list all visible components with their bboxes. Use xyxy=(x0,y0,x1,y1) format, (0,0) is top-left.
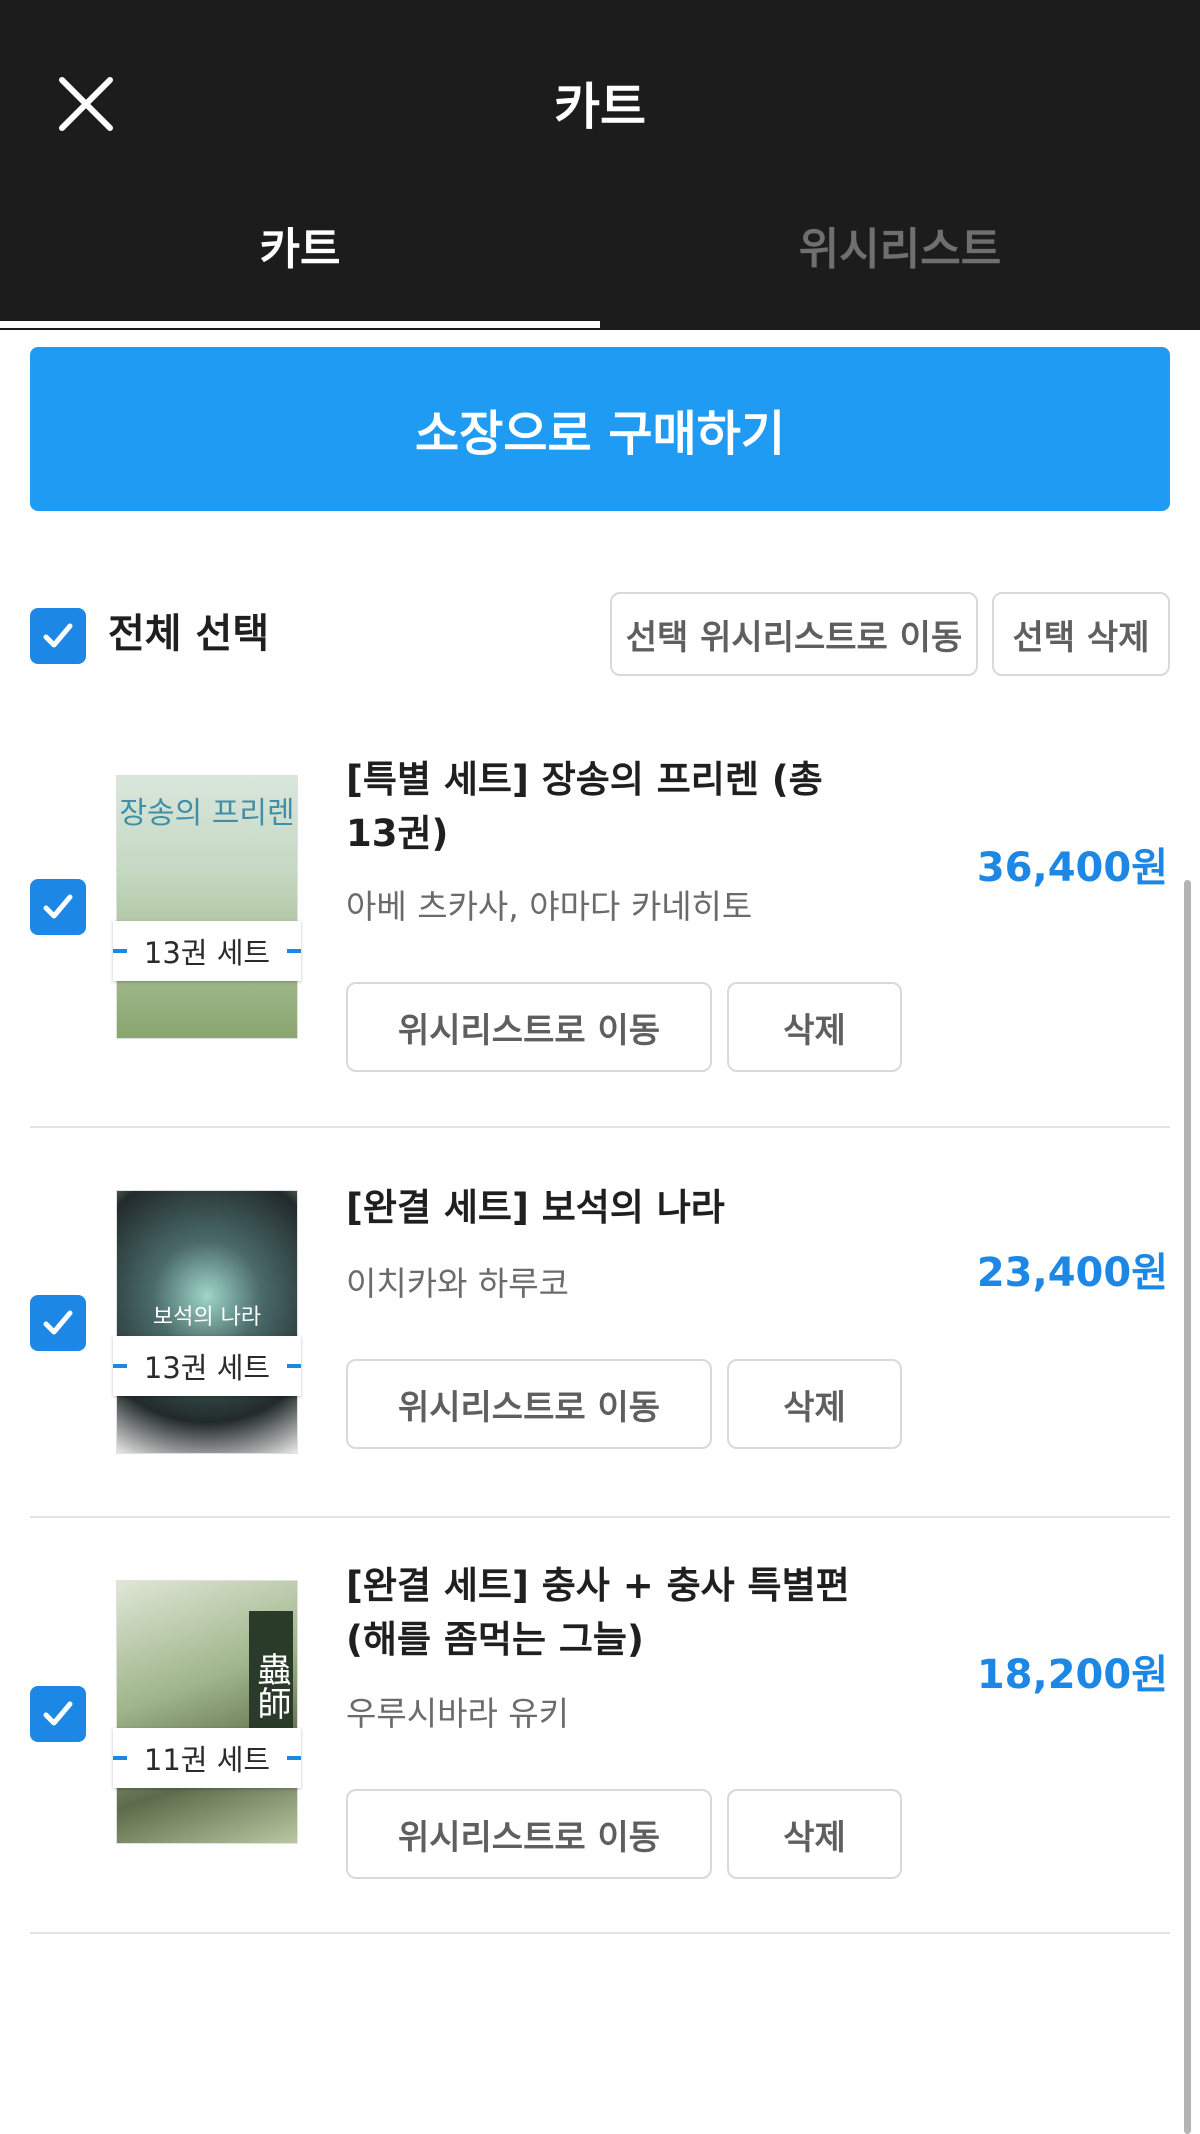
item-title[interactable]: [특별 세트] 장송의 프리렌 (총 13권) xyxy=(346,753,866,861)
book-cover[interactable]: 장송의 프리렌 xyxy=(116,775,298,1039)
divider xyxy=(30,1932,1170,1934)
item-price: 18,200원 xyxy=(976,1652,1168,1698)
book-cover[interactable]: 보석의 나라 xyxy=(116,1190,298,1454)
item-title[interactable]: [완결 세트] 보석의 나라 xyxy=(346,1181,866,1235)
item-price: 36,400원 xyxy=(976,845,1168,891)
item-checkbox[interactable] xyxy=(30,879,86,935)
move-to-wishlist-button[interactable]: 위시리스트로 이동 xyxy=(346,1789,712,1879)
select-all-label: 전체 선택 xyxy=(108,611,270,657)
tab-cart[interactable]: 카트 xyxy=(0,215,600,330)
page-title: 카트 xyxy=(554,78,646,136)
move-selected-to-wishlist-button[interactable]: 선택 위시리스트로 이동 xyxy=(610,592,978,676)
tab-wishlist[interactable]: 위시리스트 xyxy=(600,215,1200,330)
divider xyxy=(30,1516,1170,1518)
item-checkbox[interactable] xyxy=(30,1295,86,1351)
set-badge: 13권 세트 xyxy=(113,1336,301,1396)
item-author: 아베 츠카사, 야마다 카네히토 xyxy=(346,887,753,926)
delete-button[interactable]: 삭제 xyxy=(727,1789,902,1879)
set-badge: 11권 세트 xyxy=(113,1728,301,1788)
book-cover[interactable]: 蟲師 xyxy=(116,1580,298,1844)
checkmark-icon xyxy=(43,894,73,919)
cover-title: 보석의 나라 xyxy=(152,1305,262,1330)
divider xyxy=(30,1126,1170,1128)
purchase-button[interactable]: 소장으로 구매하기 xyxy=(30,347,1170,511)
checkmark-icon xyxy=(43,1310,73,1335)
checkmark-icon xyxy=(43,623,73,648)
delete-button[interactable]: 삭제 xyxy=(727,982,902,1072)
item-checkbox[interactable] xyxy=(30,1686,86,1742)
move-to-wishlist-button[interactable]: 위시리스트로 이동 xyxy=(346,1359,712,1449)
delete-button[interactable]: 삭제 xyxy=(727,1359,902,1449)
item-author: 우루시바라 유키 xyxy=(346,1694,570,1733)
set-badge: 13권 세트 xyxy=(113,921,301,981)
cover-title: 장송의 프리렌 xyxy=(119,796,295,831)
item-author: 이치카와 하루코 xyxy=(346,1264,570,1303)
scrollbar[interactable] xyxy=(1184,880,1191,2134)
active-tab-indicator xyxy=(0,321,600,328)
move-to-wishlist-button[interactable]: 위시리스트로 이동 xyxy=(346,982,712,1072)
select-all-checkbox[interactable] xyxy=(30,608,86,664)
item-price: 23,400원 xyxy=(976,1250,1168,1296)
delete-selected-button[interactable]: 선택 삭제 xyxy=(992,592,1170,676)
top-bar: 카트 카트 위시리스트 xyxy=(0,0,1200,330)
item-title[interactable]: [완결 세트] 충사 + 충사 특별편(해를 좀먹는 그늘) xyxy=(346,1559,866,1667)
checkmark-icon xyxy=(43,1701,73,1726)
tab-bar: 카트 위시리스트 xyxy=(0,215,1200,330)
